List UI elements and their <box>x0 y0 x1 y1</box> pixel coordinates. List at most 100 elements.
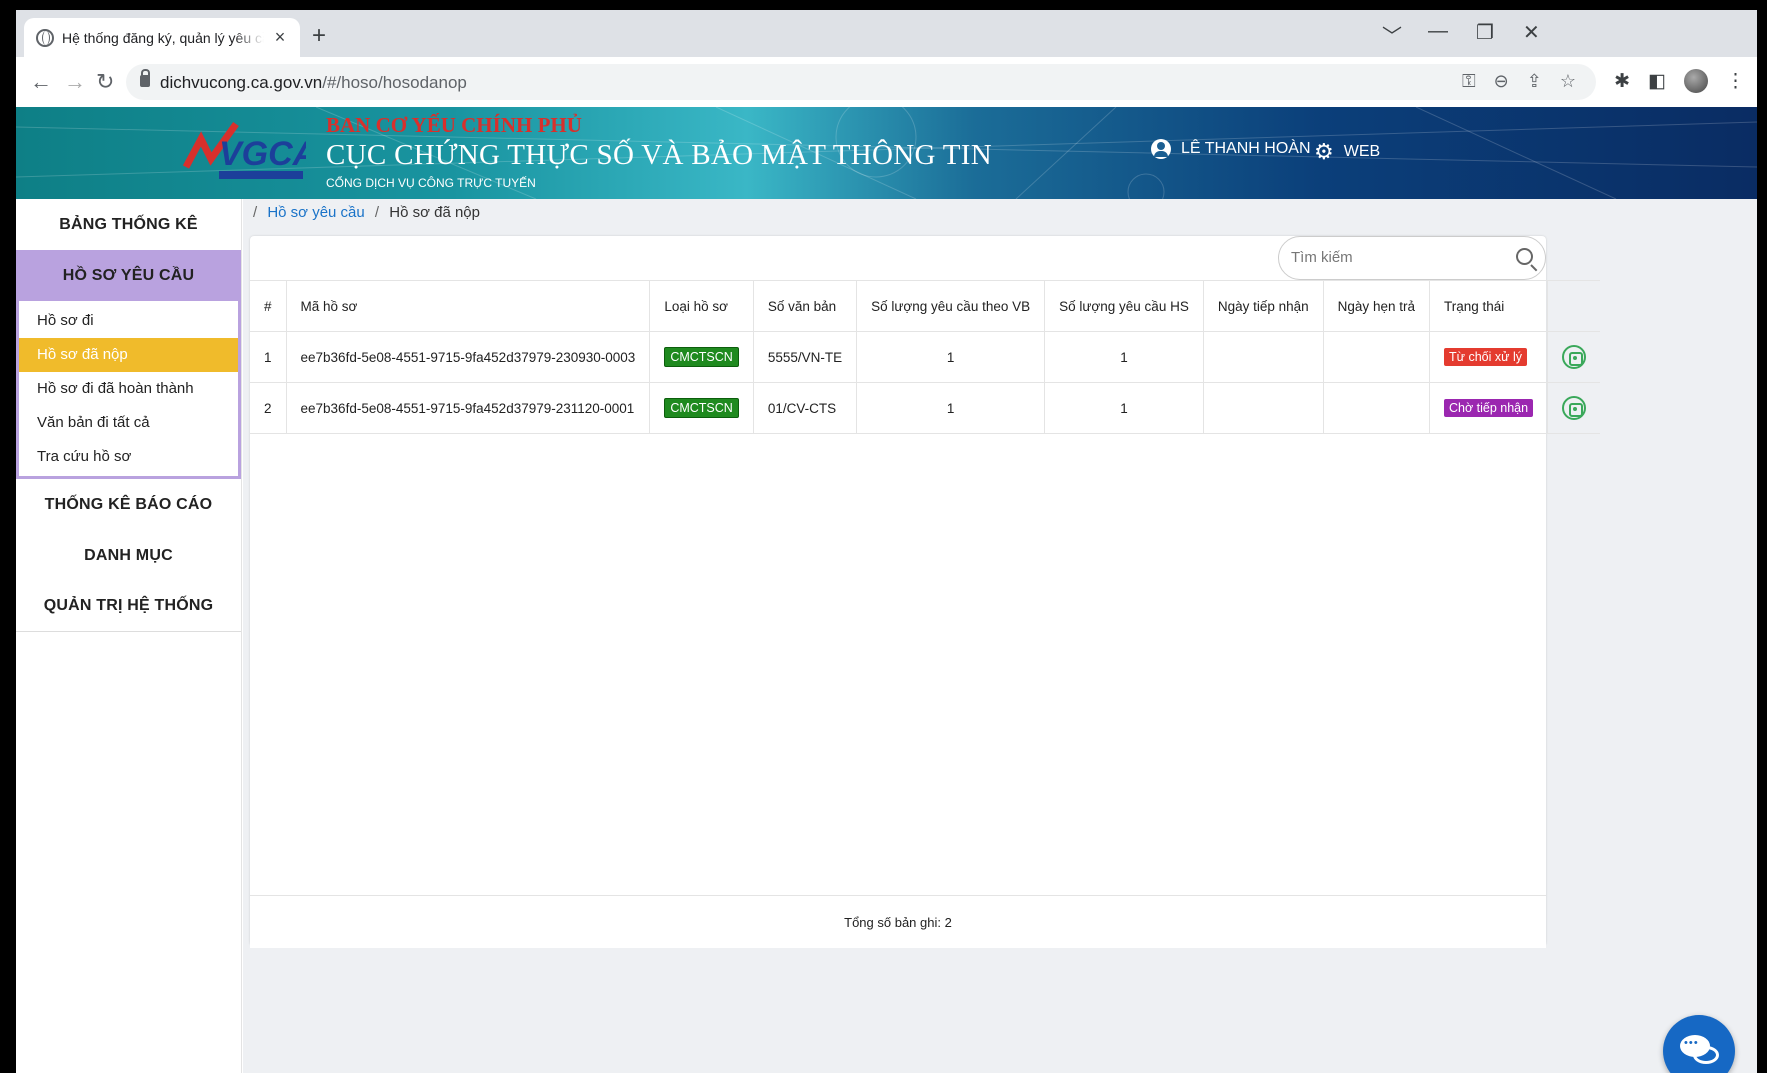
records-card: # Mã hồ sơ Loại hồ sơ Số văn bản Số lượn… <box>250 236 1601 946</box>
cell-actions <box>1547 331 1601 383</box>
col-received[interactable]: Ngày tiếp nhận <box>1202 280 1324 332</box>
cell-status: Từ chối xử lý <box>1428 331 1548 383</box>
cell-status: Chờ tiếp nhận <box>1428 382 1548 434</box>
tab-title: Hệ thống đăng ký, quản lý yêu cầu <box>62 29 264 46</box>
restore-button[interactable]: ❐ <box>1476 20 1494 45</box>
sidepanel-icon[interactable]: ◧ <box>1648 70 1666 93</box>
view-detail-icon[interactable] <box>1562 345 1587 369</box>
tab-search-icon[interactable]: ﹀ <box>1382 20 1402 49</box>
portal-subtitle: CỔNG DỊCH VỤ CÔNG TRỰC TUYẾN <box>326 176 536 190</box>
cell-doc-no: 01/CV-CTS <box>752 382 857 434</box>
breadcrumb-parent-link[interactable]: Hồ sơ yêu cầu <box>267 204 364 221</box>
search-icon[interactable] <box>1516 248 1533 265</box>
search-box <box>1278 236 1546 280</box>
type-badge: CMCTSCN <box>664 347 739 367</box>
globe-icon <box>36 28 54 47</box>
close-tab-icon[interactable]: × <box>272 27 288 48</box>
view-detail-icon[interactable] <box>1562 396 1587 420</box>
cell-code: ee7b36fd-5e08-4551-9715-9fa452d37979-231… <box>285 382 650 434</box>
cell-qty-hs: 1 <box>1044 331 1204 383</box>
sidebar-item-admin[interactable]: QUẢN TRỊ HỆ THỐNG <box>16 581 241 632</box>
col-actions <box>1547 280 1601 332</box>
cell-due <box>1322 382 1430 434</box>
col-type[interactable]: Loại hồ sơ <box>649 280 754 332</box>
key-icon[interactable]: ⚿ <box>1462 71 1476 92</box>
lock-icon[interactable] <box>140 69 150 87</box>
new-tab-button[interactable]: + <box>312 22 326 50</box>
user-menu[interactable]: LÊ THANH HOÀN <box>1151 139 1311 159</box>
sidebar-item-dashboard[interactable]: BẢNG THỐNG KÊ <box>16 199 241 250</box>
submenu-item-completed[interactable]: Hồ sơ đi đã hoàn thành <box>19 372 238 406</box>
user-icon <box>1151 139 1171 159</box>
chat-bubble-icon <box>1680 1035 1710 1057</box>
requests-submenu: Hồ sơ đi Hồ sơ đã nộp Hồ sơ đi đã hoàn t… <box>16 301 241 479</box>
org-parent-name: BAN CƠ YẾU CHÍNH PHỦ <box>326 113 582 137</box>
table-row[interactable]: 2 ee7b36fd-5e08-4551-9715-9fa452d37979-2… <box>250 382 1601 434</box>
close-window-button[interactable]: ✕ <box>1523 20 1540 45</box>
gear-icon: ⚙ <box>1314 139 1334 164</box>
profile-avatar[interactable] <box>1684 69 1708 93</box>
svg-text:VGCA: VGCA <box>219 135 306 173</box>
breadcrumb-separator: / <box>253 204 258 221</box>
share-icon[interactable]: ⇪ <box>1527 71 1542 92</box>
puzzle-icon[interactable]: ✱ <box>1614 70 1630 93</box>
breadcrumb-current: Hồ sơ đã nộp <box>389 204 480 221</box>
col-code[interactable]: Mã hồ sơ <box>285 280 650 332</box>
breadcrumb-separator: / <box>374 204 380 221</box>
back-arrow-icon[interactable]: ← <box>30 69 52 95</box>
cell-type: CMCTSCN <box>649 331 754 383</box>
address-bar[interactable]: dichvucong.ca.gov.vn/#/hoso/hosodanop ⚿ … <box>126 64 1596 100</box>
cell-doc-no: 5555/VN-TE <box>752 331 857 383</box>
breadcrumb: / Hồ sơ yêu cầu / Hồ sơ đã nộp <box>253 204 480 221</box>
browser-window: Hệ thống đăng ký, quản lý yêu cầu × + ﹀ … <box>16 10 1757 1073</box>
search-input[interactable] <box>1291 249 1491 266</box>
user-name: LÊ THANH HOÀN <box>1181 140 1311 157</box>
table-row[interactable]: 1 ee7b36fd-5e08-4551-9715-9fa452d37979-2… <box>250 331 1601 383</box>
submenu-item-submitted[interactable]: Hồ sơ đã nộp <box>19 338 238 372</box>
status-badge: Chờ tiếp nhận <box>1443 399 1534 417</box>
cell-qty-vb: 1 <box>856 382 1045 434</box>
reload-icon[interactable]: ↻ <box>96 69 114 95</box>
site-header: VGCA BAN CƠ YẾU CHÍNH PHỦ CỤC CHỨNG THỰC… <box>16 107 1757 199</box>
cell-index: 1 <box>250 331 287 383</box>
browser-toolbar: ← → ↻ dichvucong.ca.gov.vn/#/hoso/hosoda… <box>16 57 1757 107</box>
col-due[interactable]: Ngày hẹn trả <box>1322 280 1430 332</box>
main-content: / Hồ sơ yêu cầu / Hồ sơ đã nộp # Mã hồ s… <box>243 199 1757 1073</box>
zoom-icon[interactable]: ⊖ <box>1494 71 1509 92</box>
tab-strip: Hệ thống đăng ký, quản lý yêu cầu × + ﹀ … <box>16 10 1757 57</box>
cell-type: CMCTSCN <box>649 382 754 434</box>
extension-bar: ✱ ◧ ⋮ <box>1614 69 1745 93</box>
submenu-item-all-documents[interactable]: Văn bản đi tất cả <box>19 406 238 440</box>
submenu-item-lookup[interactable]: Tra cứu hồ sơ <box>19 440 238 474</box>
cell-due <box>1322 331 1430 383</box>
url-text: dichvucong.ca.gov.vn/#/hoso/hosodanop <box>160 73 467 92</box>
sidebar-item-catalog[interactable]: DANH MỤC <box>16 530 241 581</box>
type-badge: CMCTSCN <box>664 398 739 418</box>
minimize-button[interactable]: — <box>1428 20 1448 43</box>
cell-received <box>1202 382 1324 434</box>
forward-arrow-icon[interactable]: → <box>64 69 86 95</box>
submenu-item-outgoing[interactable]: Hồ sơ đi <box>19 304 238 338</box>
web-label: WEB <box>1343 143 1381 160</box>
col-qty-vb[interactable]: Số lượng yêu cầu theo VB <box>856 280 1045 332</box>
col-doc-no[interactable]: Số văn bản <box>752 280 857 332</box>
records-table: # Mã hồ sơ Loại hồ sơ Số văn bản Số lượn… <box>250 280 1601 434</box>
cell-code: ee7b36fd-5e08-4551-9715-9fa452d37979-230… <box>285 331 650 383</box>
cell-qty-hs: 1 <box>1044 382 1204 434</box>
col-qty-hs[interactable]: Số lượng yêu cầu HS <box>1044 280 1204 332</box>
star-icon[interactable]: ☆ <box>1560 71 1576 92</box>
sidebar: BẢNG THỐNG KÊ HỒ SƠ YÊU CẦU Hồ sơ đi Hồ … <box>16 199 242 1073</box>
cell-qty-vb: 1 <box>856 331 1045 383</box>
menu-dots-icon[interactable]: ⋮ <box>1726 70 1745 93</box>
col-index[interactable]: # <box>250 280 287 332</box>
cell-received <box>1202 331 1324 383</box>
table-header-row: # Mã hồ sơ Loại hồ sơ Số văn bản Số lượn… <box>250 280 1601 332</box>
col-status[interactable]: Trạng thái <box>1428 280 1548 332</box>
web-link[interactable]: ⚙ WEB <box>1314 139 1380 165</box>
sidebar-item-requests[interactable]: HỒ SƠ YÊU CẦU <box>16 250 241 301</box>
status-badge: Từ chối xử lý <box>1443 348 1527 366</box>
chat-button[interactable] <box>1663 1015 1735 1073</box>
vgca-logo: VGCA <box>182 121 306 179</box>
sidebar-item-reports[interactable]: THỐNG KÊ BÁO CÁO <box>16 479 241 530</box>
browser-tab[interactable]: Hệ thống đăng ký, quản lý yêu cầu × <box>24 18 300 57</box>
